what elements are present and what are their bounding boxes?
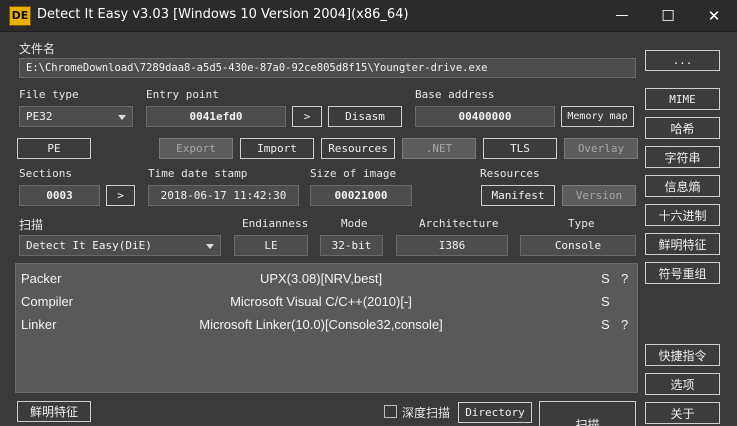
result-info-link[interactable]: ? (621, 317, 628, 332)
file-type-select[interactable]: PE32 (19, 106, 133, 127)
maximize-button[interactable]: ☐ (645, 0, 691, 31)
result-row-packer[interactable]: Packer UPX(3.08)[NRV,best] S ? (16, 269, 637, 289)
directory-button[interactable]: Directory (458, 402, 532, 423)
architecture-label: Architecture (419, 217, 499, 230)
entry-point-field[interactable]: 0041efd0 (146, 106, 286, 127)
overlay-button[interactable]: Overlay (564, 138, 638, 159)
title-bar: DE Detect It Easy v3.03 [Windows 10 Vers… (0, 0, 737, 32)
result-kind: Linker (21, 317, 57, 332)
type-label: Type (568, 217, 595, 230)
results-list[interactable]: Packer UPX(3.08)[NRV,best] S ? Compiler … (15, 263, 638, 393)
export-button[interactable]: Export (159, 138, 233, 159)
file-type-value: PE32 (26, 110, 53, 123)
type-field: Console (520, 235, 636, 256)
resources-group-label: Resources (480, 167, 540, 180)
minimize-button[interactable]: — (599, 0, 645, 31)
result-value: UPX(3.08)[NRV,best] (259, 271, 383, 286)
import-button[interactable]: Import (240, 138, 314, 159)
deep-scan-checkbox[interactable] (384, 405, 397, 418)
result-signature-link[interactable]: S (601, 294, 610, 309)
mime-button[interactable]: MIME (645, 88, 720, 110)
file-path-field[interactable]: E:\ChromeDownload\7289daa8-a5d5-430e-87a… (19, 58, 636, 78)
scan-label: 扫描 (19, 218, 44, 232)
deep-scan-label: 深度扫描 (402, 406, 451, 420)
mode-field: 32-bit (320, 235, 383, 256)
about-button[interactable]: 关于 (645, 402, 720, 424)
result-kind: Packer (21, 271, 62, 286)
scan-engine-value: Detect It Easy(DiE) (26, 239, 152, 252)
file-name-label: 文件名 (19, 42, 56, 56)
chevron-down-icon (118, 114, 126, 120)
symbols-button[interactable]: 符号重组 (645, 262, 720, 284)
pe-button[interactable]: PE (17, 138, 91, 159)
sections-field[interactable]: 0003 (19, 185, 100, 206)
version-button[interactable]: Version (562, 185, 636, 206)
net-button[interactable]: .NET (402, 138, 476, 159)
sections-label: Sections (19, 167, 72, 180)
base-address-label: Base address (415, 88, 495, 101)
sections-go-button[interactable]: > (106, 185, 135, 206)
signatures-sidebar-button[interactable]: 鲜明特征 (645, 233, 720, 255)
resources-button[interactable]: Resources (321, 138, 395, 159)
result-value: Microsoft Visual C/C++(2010)[-] (230, 294, 412, 309)
chevron-down-icon (206, 243, 214, 249)
size-of-image-field[interactable]: 00021000 (310, 185, 412, 206)
file-type-label: File type (19, 88, 79, 101)
close-button[interactable]: ✕ (691, 0, 737, 31)
manifest-button[interactable]: Manifest (481, 185, 555, 206)
options-button[interactable]: 选项 (645, 373, 720, 395)
architecture-field: I386 (396, 235, 508, 256)
entropy-button[interactable]: 信息熵 (645, 175, 720, 197)
scan-button[interactable]: 扫描 (539, 401, 636, 426)
endianness-field: LE (234, 235, 308, 256)
result-row-compiler[interactable]: Compiler Microsoft Visual C/C++(2010)[-]… (16, 292, 637, 312)
hash-button[interactable]: 哈希 (645, 117, 720, 139)
memory-map-button[interactable]: Memory map (561, 106, 634, 127)
time-date-stamp-field[interactable]: 2018-06-17 11:42:30 (148, 185, 299, 206)
size-of-image-label: Size of image (310, 167, 397, 180)
shortcuts-button[interactable]: 快捷指令 (645, 344, 720, 366)
entry-point-label: Entry point (146, 88, 219, 101)
hex-button[interactable]: 十六进制 (645, 204, 720, 226)
scan-engine-select[interactable]: Detect It Easy(DiE) (19, 235, 221, 256)
result-value: Microsoft Linker(10.0)[Console32,console… (199, 317, 443, 332)
time-date-stamp-label: Time date stamp (148, 167, 248, 180)
result-signature-link[interactable]: S (601, 271, 610, 286)
disasm-button[interactable]: Disasm (328, 106, 402, 127)
window-title: Detect It Easy v3.03 [Windows 10 Version… (37, 7, 409, 22)
result-row-linker[interactable]: Linker Microsoft Linker(10.0)[Console32,… (16, 315, 637, 335)
signatures-button[interactable]: 鲜明特征 (17, 401, 91, 422)
mode-label: Mode (341, 217, 368, 230)
result-kind: Compiler (21, 294, 74, 309)
strings-button[interactable]: 字符串 (645, 146, 720, 168)
base-address-field[interactable]: 00400000 (415, 106, 555, 127)
result-signature-link[interactable]: S (601, 317, 610, 332)
endianness-label: Endianness (242, 217, 309, 230)
browse-button[interactable]: ... (645, 50, 720, 71)
entry-point-go-button[interactable]: > (292, 106, 322, 127)
result-info-link[interactable]: ? (621, 271, 628, 286)
tls-button[interactable]: TLS (483, 138, 557, 159)
app-icon: DE (9, 6, 31, 26)
